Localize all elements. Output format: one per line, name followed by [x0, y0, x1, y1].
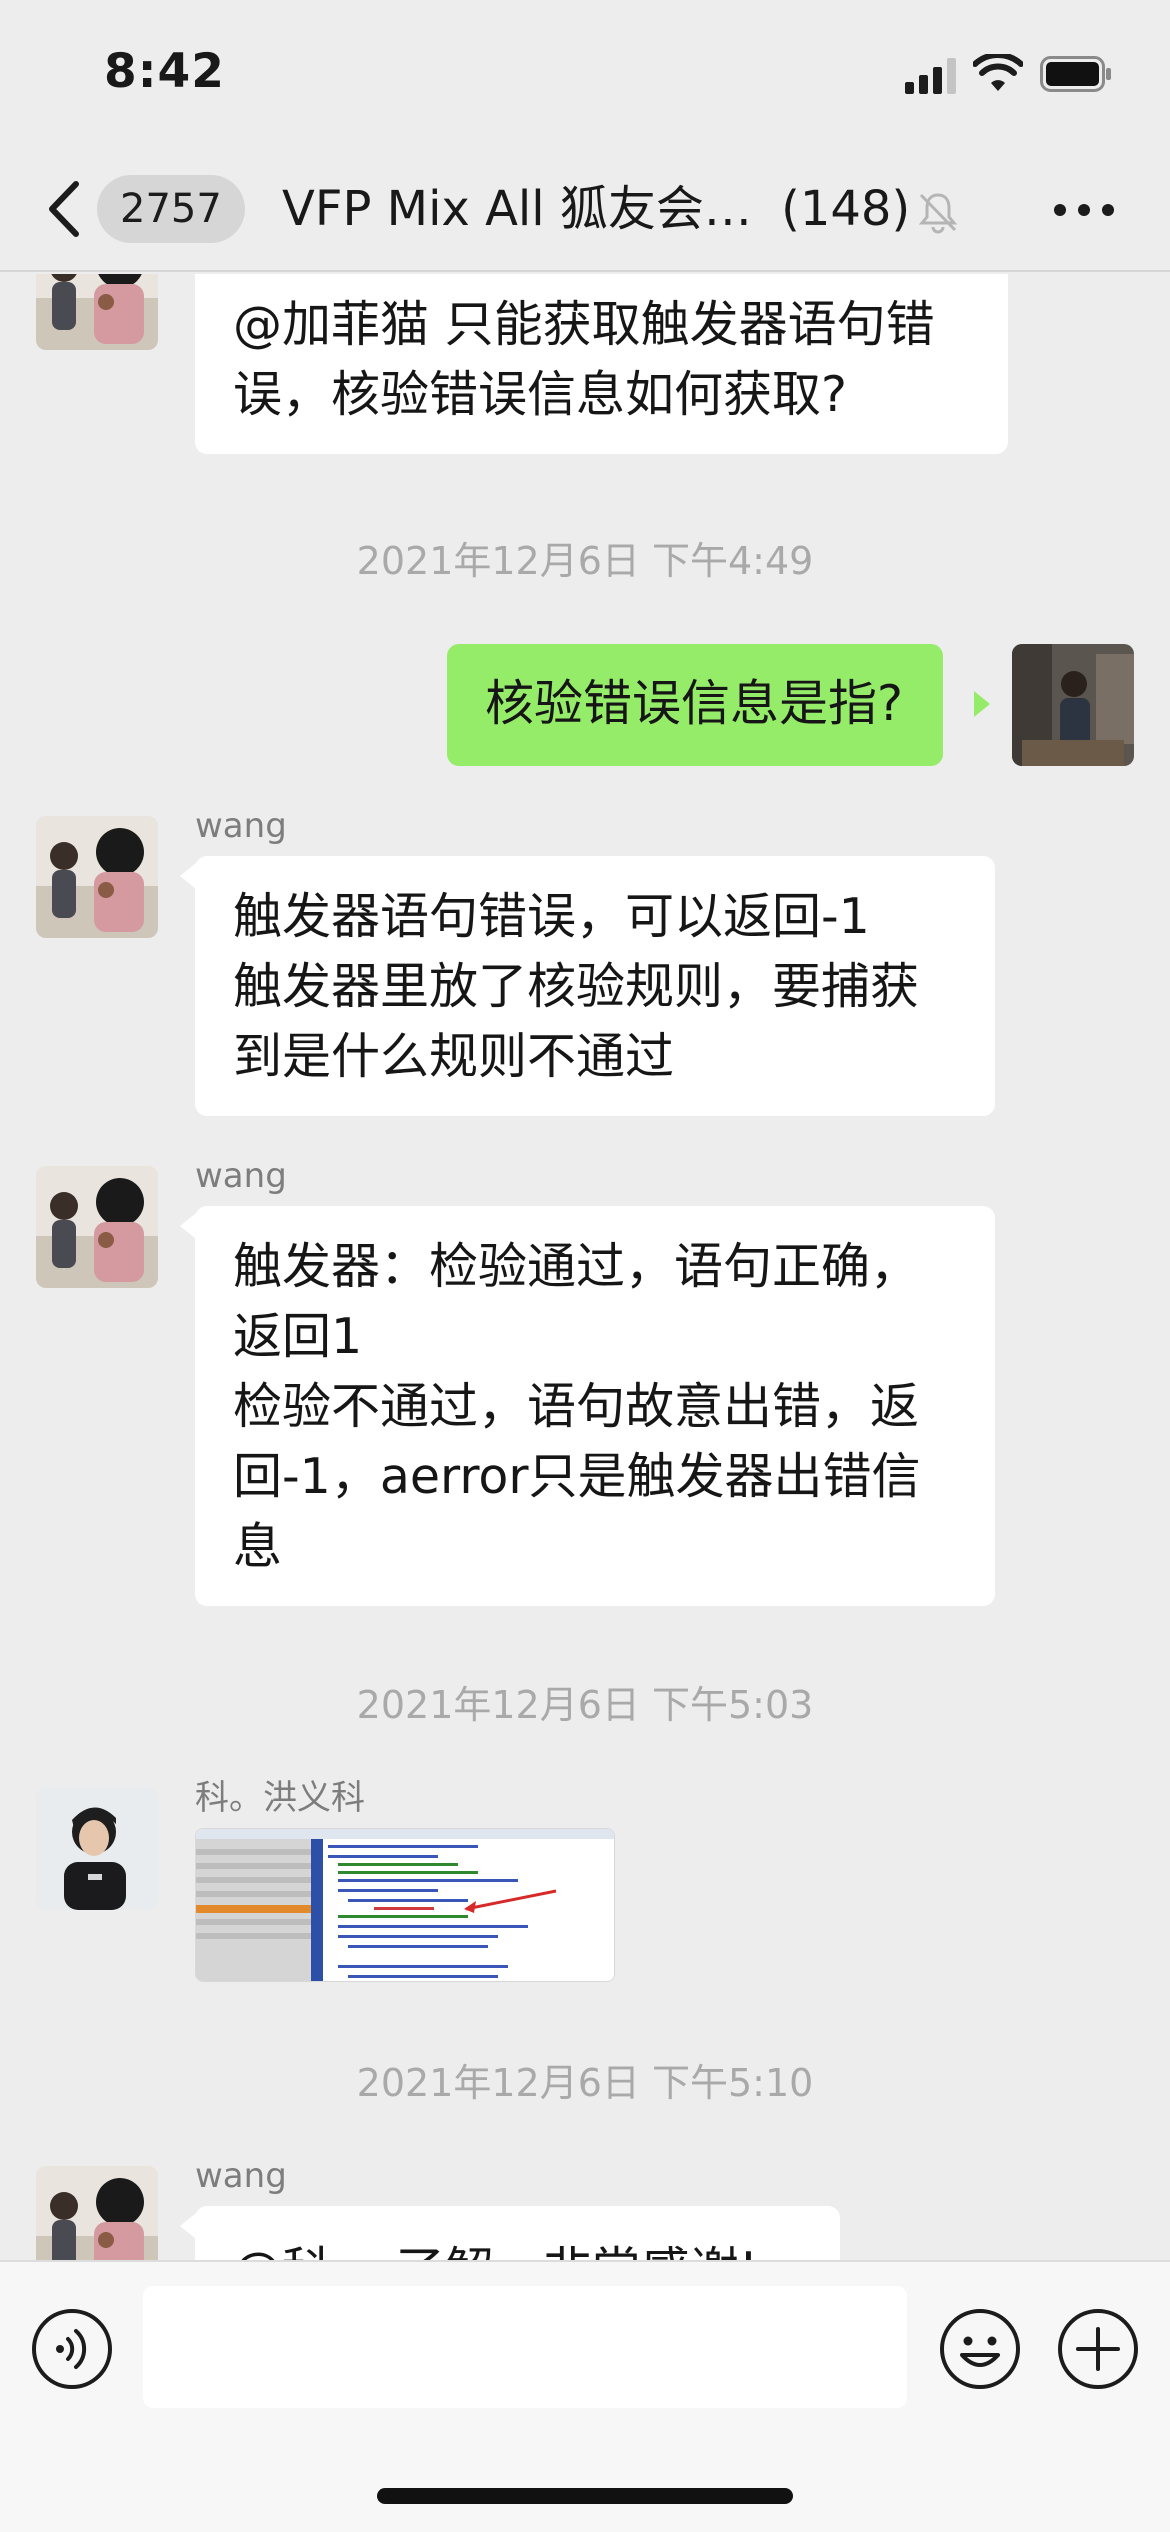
sender-name: wang: [195, 1156, 287, 1196]
more-options-icon[interactable]: [1052, 198, 1116, 222]
avatar[interactable]: [36, 816, 158, 938]
plus-icon[interactable]: [1056, 2307, 1140, 2391]
timestamp: 2021年12月6日 下午5:03: [356, 1683, 814, 1727]
battery-icon: [1040, 56, 1111, 92]
message-bubble[interactable]: 触发器语句错误，可以返回-1 触发器里放了核验规则，要捕获 到是什么规则不通过: [195, 856, 995, 1116]
group-name: VFP Mix All 狐友会…: [282, 181, 752, 237]
sender-name: wang: [195, 806, 287, 846]
message-line: 回-1，aerror只是触发器出错信: [233, 1448, 921, 1505]
message-line: 误，核验错误信息如何获取?: [233, 366, 848, 423]
sender-name: wang: [195, 2156, 287, 2196]
message-line: 到是什么规则不通过: [233, 1028, 675, 1085]
bubble-tail: [180, 2213, 196, 2239]
message-line: 触发器里放了核验规则，要捕获: [233, 958, 920, 1015]
image-message[interactable]: [195, 1828, 615, 1982]
message-line: 检验不通过，语句故意出错，返: [233, 1378, 920, 1435]
back-icon[interactable]: [44, 178, 84, 240]
message-line: @加菲猫 只能获取触发器语句错: [233, 296, 935, 353]
message-bubble[interactable]: @科。 了解，非常感谢!: [195, 2206, 840, 2260]
message-text: 核验错误信息是指?: [485, 675, 904, 732]
avatar[interactable]: [36, 1166, 158, 1288]
status-bar: 8:42: [0, 0, 1170, 148]
cellular-signal-icon: [905, 58, 959, 94]
unread-count-badge[interactable]: 2757: [97, 175, 245, 243]
message-line: @科。 了解，非常感谢!: [233, 2236, 804, 2260]
avatar[interactable]: [36, 2166, 158, 2260]
timestamp: 2021年12月6日 下午4:49: [356, 539, 814, 583]
wifi-icon: [973, 54, 1023, 91]
status-time: 8:42: [104, 44, 225, 99]
message-line: 触发器：检验通过，语句正确，: [233, 1238, 920, 1295]
mute-bell-icon: [918, 193, 958, 234]
message-line: 息: [233, 1518, 283, 1575]
bubble-tail: [974, 691, 990, 717]
chat-title[interactable]: VFP Mix All 狐友会… (148): [282, 174, 910, 244]
message-input[interactable]: [143, 2286, 907, 2408]
chat-header: 2757 VFP Mix All 狐友会… (148): [0, 148, 1170, 272]
message-line: 触发器语句错误，可以返回-1: [233, 888, 870, 945]
avatar[interactable]: [36, 1788, 158, 1910]
bubble-tail: [180, 1213, 196, 1239]
sender-name: 科。洪义科: [195, 1778, 365, 1818]
my-avatar[interactable]: [1012, 644, 1134, 766]
avatar[interactable]: [36, 274, 158, 350]
timestamp: 2021年12月6日 下午5:10: [356, 2061, 814, 2105]
emoji-icon[interactable]: [938, 2307, 1022, 2391]
voice-input-icon[interactable]: [30, 2307, 114, 2391]
message-list[interactable]: @加菲猫 只能获取触发器语句错 误，核验错误信息如何获取? 2021年12月6日…: [0, 274, 1170, 2260]
message-bubble[interactable]: 触发器：检验通过，语句正确， 返回1 检验不通过，语句故意出错，返 回-1，ae…: [195, 1206, 995, 1606]
message-line: 返回1: [233, 1308, 363, 1365]
my-message-bubble[interactable]: 核验错误信息是指?: [447, 644, 944, 766]
message-bubble[interactable]: @加菲猫 只能获取触发器语句错 误，核验错误信息如何获取?: [195, 274, 1008, 454]
bubble-tail: [180, 863, 196, 889]
home-indicator[interactable]: [377, 2488, 793, 2504]
member-count: (148): [781, 181, 911, 237]
